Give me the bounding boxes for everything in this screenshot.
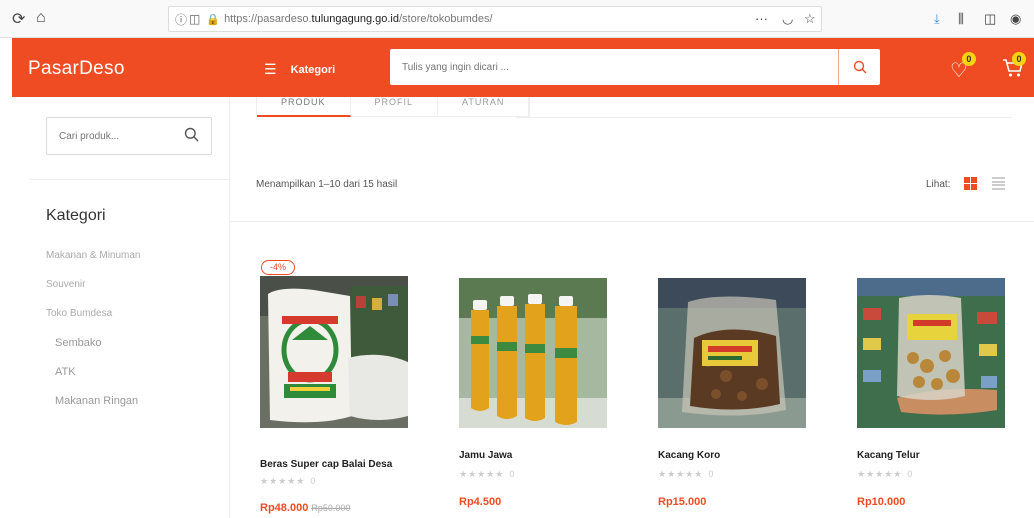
kategori-label: Kategori — [290, 63, 336, 76]
account-icon[interactable]: ◉ — [1010, 11, 1021, 27]
category-item-atk[interactable]: ATK — [46, 366, 141, 395]
category-item-makanan-minuman[interactable]: Makanan & Minuman — [46, 250, 141, 279]
product-search-input[interactable] — [47, 130, 177, 142]
category-item-souvenir[interactable]: Souvenir — [46, 279, 141, 308]
library-icon[interactable]: ⫼ — [958, 11, 964, 27]
cart-button[interactable]: 0 — [1002, 52, 1026, 84]
product-card[interactable]: Kacang Koro ★★★★★ 0 Rp15.000 — [658, 276, 818, 518]
old-price: Rp50.000 — [311, 503, 351, 513]
product-card[interactable]: Jamu Jawa ★★★★★ 0 Rp4.500 — [459, 276, 619, 518]
current-price: Rp10.000 — [857, 496, 906, 508]
wishlist-button[interactable]: ♡ 0 — [950, 52, 976, 83]
cart-count-badge: 0 — [1012, 52, 1026, 66]
pocket-icon[interactable]: ◡ — [782, 11, 793, 27]
content-divider — [230, 221, 1034, 222]
rating-stars-icon: ★★★★★ — [658, 469, 704, 479]
url-path: /store/tokobumdes/ — [398, 13, 493, 25]
rating-stars-icon: ★★★★★ — [857, 469, 903, 479]
browser-toolbar: ⟳ ⌂ ⓘ ◫ 🔒 https://pasardeso. tulungagung.… — [0, 0, 1034, 38]
product-rating: ★★★★★ 0 — [260, 476, 315, 487]
product-card[interactable]: Beras Super cap Balai Desa ★★★★★ 0 Rp48.0… — [260, 276, 420, 518]
grid-view-icon[interactable] — [964, 177, 977, 190]
hamburger-icon: ☰ — [264, 61, 277, 77]
category-item-toko-bumdesa[interactable]: Toko Bumdesa — [46, 308, 141, 337]
url-prefix: https://pasardeso. — [224, 13, 312, 25]
product-price: Rp15.000 — [658, 496, 706, 508]
header-search — [390, 49, 880, 85]
product-rating: ★★★★★ 0 — [857, 469, 912, 480]
reload-icon[interactable]: ⟳ — [12, 9, 25, 29]
product-image[interactable] — [260, 276, 408, 428]
tab-underline — [516, 117, 1012, 118]
rating-count: 0 — [509, 469, 515, 479]
bookmark-star-icon[interactable]: ☆ — [804, 11, 816, 27]
current-price: Rp15.000 — [658, 496, 707, 508]
rating-stars-icon: ★★★★★ — [459, 469, 505, 479]
sidebar-divider — [30, 179, 230, 180]
product-name[interactable]: Kacang Koro — [658, 450, 720, 461]
tab-profil[interactable]: PROFIL — [351, 97, 439, 117]
result-count: Menampilkan 1–10 dari 15 hasil — [256, 179, 398, 190]
header-search-input[interactable] — [390, 49, 838, 85]
discount-badge: -4% — [261, 260, 296, 275]
rating-count: 0 — [708, 469, 714, 479]
site-header: PasarDeso ☰ Kategori ♡ 0 0 — [12, 38, 1034, 97]
url-host: tulungagung.go.id — [311, 13, 399, 25]
tab-aturan[interactable]: ATURAN — [438, 97, 530, 117]
search-icon[interactable] — [184, 127, 199, 146]
page-actions-icon[interactable]: ··· — [755, 11, 768, 26]
home-icon[interactable]: ⌂ — [36, 9, 46, 27]
info-icon[interactable]: ⓘ — [175, 11, 187, 28]
product-price: Rp48.000 Rp50.000 — [260, 502, 350, 514]
header-search-button[interactable] — [838, 49, 880, 85]
product-name[interactable]: Beras Super cap Balai Desa — [260, 459, 392, 470]
view-label: Lihat: — [926, 179, 951, 190]
list-view-icon[interactable] — [992, 177, 1005, 190]
sidebar-toggle-icon[interactable]: ◫ — [984, 11, 996, 27]
product-card[interactable]: Kacang Telur ★★★★★ 0 Rp10.000 — [857, 276, 1017, 518]
product-rating: ★★★★★ 0 — [658, 469, 713, 480]
shield-icon[interactable]: ◫ — [189, 12, 200, 26]
rating-count: 0 — [907, 469, 913, 479]
search-icon — [853, 60, 866, 74]
product-name[interactable]: Kacang Telur — [857, 450, 920, 461]
site-logo[interactable]: PasarDeso — [28, 58, 125, 80]
rating-stars-icon: ★★★★★ — [260, 476, 306, 486]
lock-icon[interactable]: 🔒 — [206, 13, 220, 26]
kategori-menu-button[interactable]: ☰ Kategori — [264, 61, 335, 78]
product-image[interactable] — [857, 278, 1005, 430]
address-bar[interactable]: ⓘ ◫ 🔒 https://pasardeso. tulungagung.go.i… — [168, 6, 822, 32]
category-heading: Kategori — [46, 207, 106, 224]
product-image[interactable] — [459, 278, 607, 430]
tab-produk[interactable]: PRODUK — [257, 97, 351, 117]
category-item-makanan-ringan[interactable]: Makanan Ringan — [46, 395, 141, 424]
wishlist-count-badge: 0 — [961, 52, 976, 66]
sidebar: Kategori Makanan & Minuman Souvenir Toko… — [30, 97, 230, 518]
rating-count: 0 — [310, 476, 316, 486]
product-image[interactable] — [658, 278, 806, 430]
store-tabs: PRODUK PROFIL ATURAN — [256, 97, 531, 117]
product-search — [46, 117, 212, 155]
product-rating: ★★★★★ 0 — [459, 469, 514, 480]
category-list: Makanan & Minuman Souvenir Toko Bumdesa … — [46, 250, 141, 424]
download-icon[interactable]: ⤓ — [934, 11, 940, 27]
product-price: Rp10.000 — [857, 496, 905, 508]
category-item-sembako[interactable]: Sembako — [46, 337, 141, 366]
product-name[interactable]: Jamu Jawa — [459, 450, 512, 461]
current-price: Rp48.000 — [260, 502, 309, 514]
current-price: Rp4.500 — [459, 496, 502, 508]
product-price: Rp4.500 — [459, 496, 501, 508]
